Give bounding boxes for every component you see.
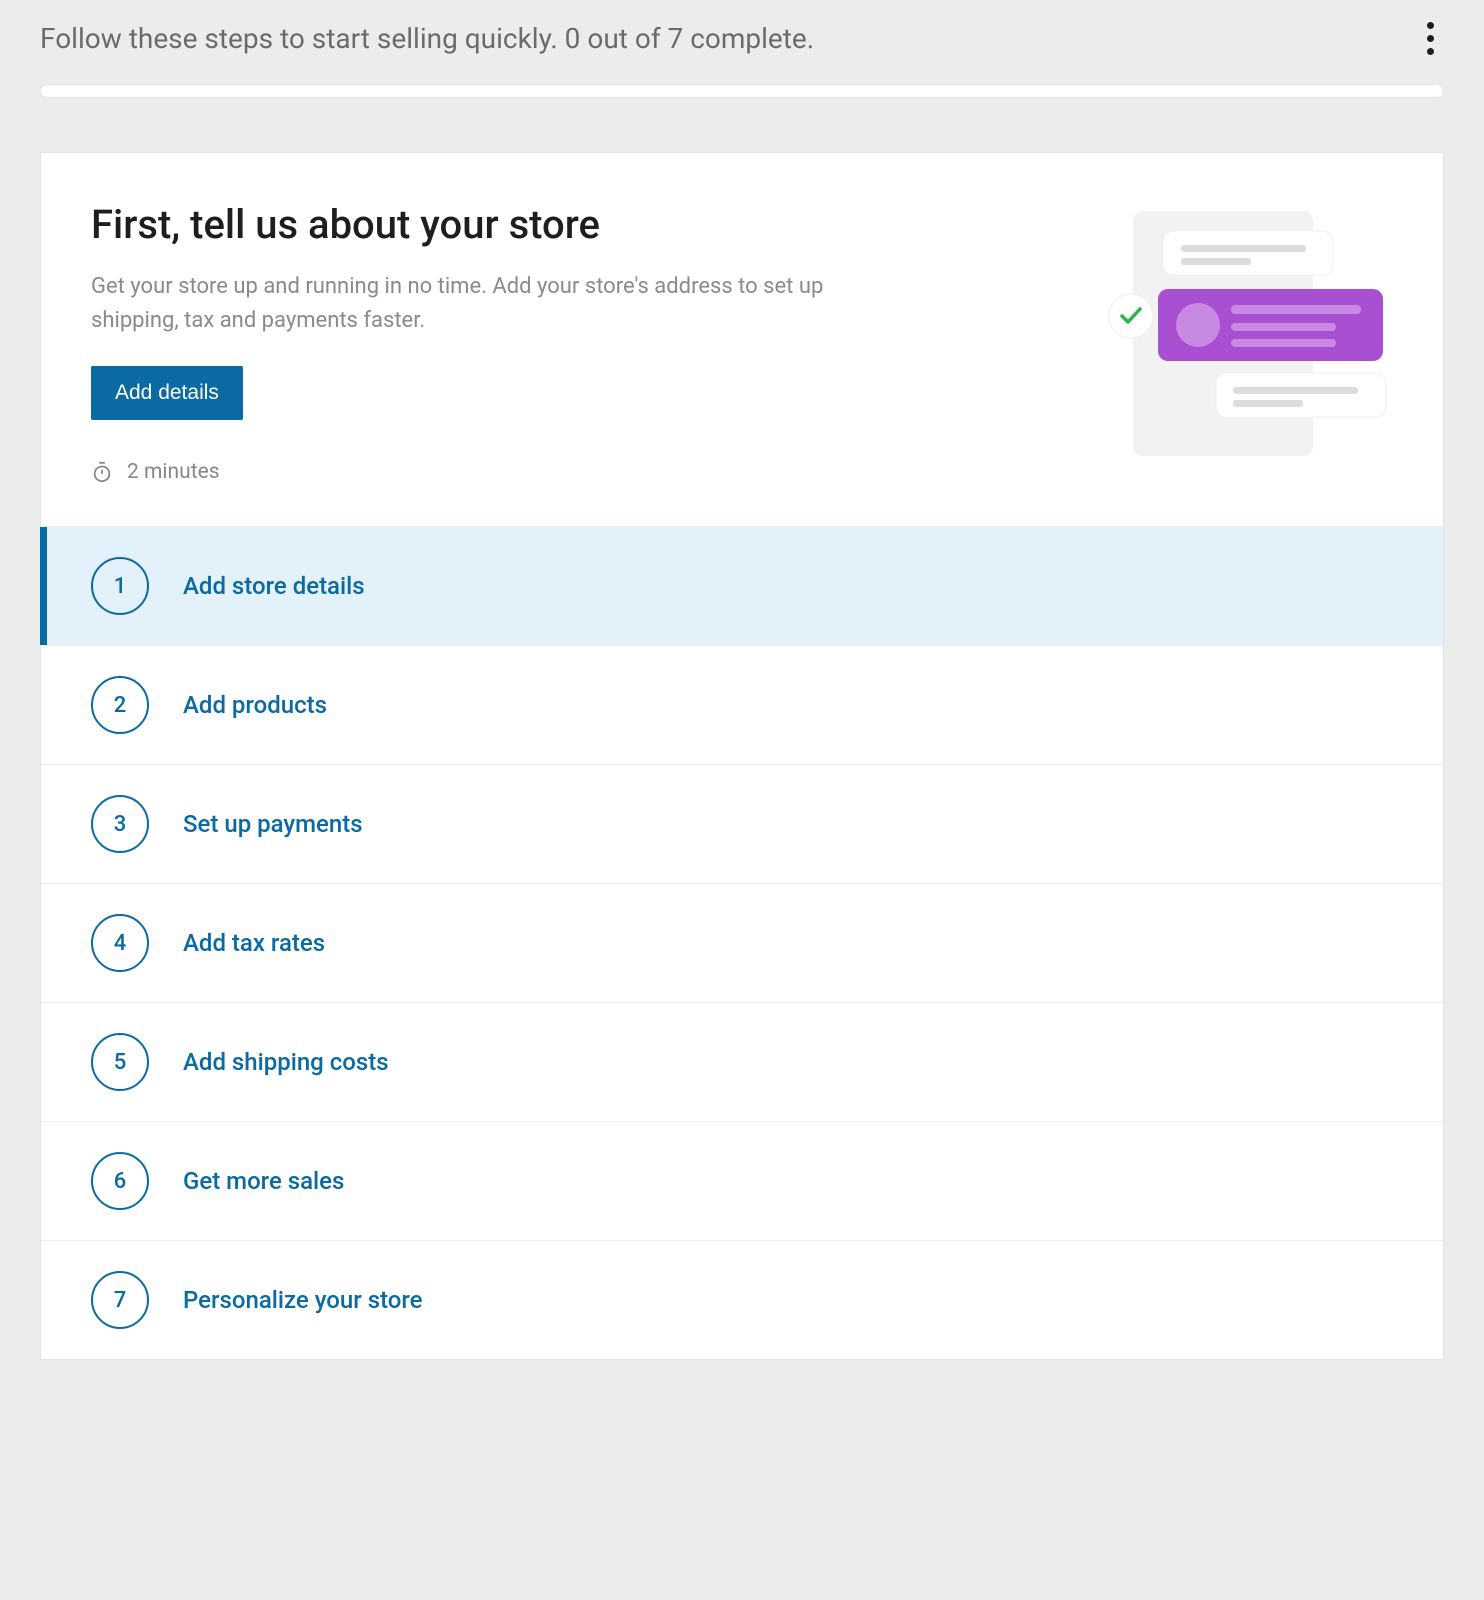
task-label: Get more sales [183, 1167, 344, 1195]
add-details-button[interactable]: Add details [91, 366, 243, 420]
task-label: Personalize your store [183, 1286, 423, 1314]
task-item-add-shipping-costs[interactable]: 5 Add shipping costs [41, 1002, 1443, 1121]
time-estimate-text: 2 minutes [127, 460, 220, 484]
dot-icon [1427, 35, 1434, 42]
task-item-personalize-your-store[interactable]: 7 Personalize your store [41, 1240, 1443, 1359]
task-item-add-products[interactable]: 2 Add products [41, 645, 1443, 764]
card-hero: First, tell us about your store Get your… [41, 153, 1443, 526]
hero-title: First, tell us about your store [91, 201, 1053, 248]
dot-icon [1427, 48, 1434, 55]
task-number-badge: 6 [91, 1152, 149, 1210]
task-number-badge: 1 [91, 557, 149, 615]
time-estimate-row: 2 minutes [91, 460, 1053, 484]
setup-card: First, tell us about your store Get your… [40, 152, 1444, 1360]
progress-bar [40, 84, 1444, 98]
task-label: Set up payments [183, 810, 363, 838]
header-status-text: Follow these steps to start selling quic… [40, 22, 814, 55]
task-label: Add products [183, 691, 327, 719]
task-label: Add shipping costs [183, 1048, 389, 1076]
task-list: 1 Add store details 2 Add products 3 Set… [41, 526, 1443, 1359]
task-item-get-more-sales[interactable]: 6 Get more sales [41, 1121, 1443, 1240]
more-options-button[interactable] [1416, 20, 1444, 56]
task-item-set-up-payments[interactable]: 3 Set up payments [41, 764, 1443, 883]
task-number-badge: 3 [91, 795, 149, 853]
task-number-badge: 5 [91, 1033, 149, 1091]
hero-illustration [1083, 201, 1393, 484]
dot-icon [1427, 22, 1434, 29]
hero-description: Get your store up and running in no time… [91, 270, 871, 338]
card-hero-content: First, tell us about your store Get your… [91, 201, 1053, 484]
task-number-badge: 7 [91, 1271, 149, 1329]
task-label: Add tax rates [183, 929, 325, 957]
page-header: Follow these steps to start selling quic… [40, 20, 1444, 56]
task-number-badge: 2 [91, 676, 149, 734]
task-item-add-store-details[interactable]: 1 Add store details [41, 526, 1443, 645]
task-label: Add store details [183, 572, 365, 600]
stopwatch-icon [91, 461, 113, 483]
task-number-badge: 4 [91, 914, 149, 972]
task-item-add-tax-rates[interactable]: 4 Add tax rates [41, 883, 1443, 1002]
